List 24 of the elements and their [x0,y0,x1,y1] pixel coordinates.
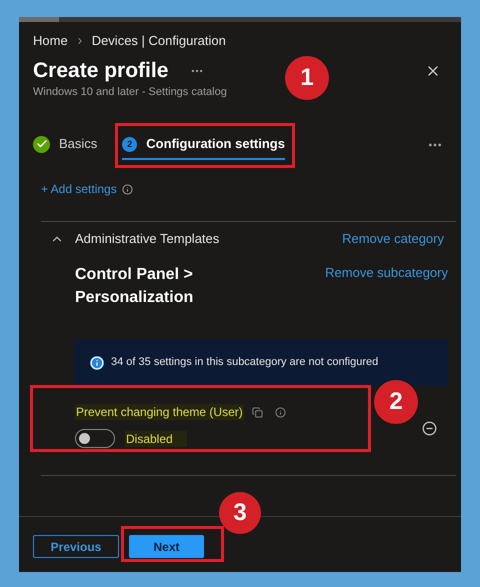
toggle-state: Disabled [125,430,187,446]
category-name: Administrative Templates [75,230,220,248]
breadcrumb-link[interactable]: Home [33,33,68,49]
info-message: 34 of 35 settings in this subcategory are not configured [111,355,378,370]
info-icon [122,184,133,194]
info-icon [274,406,286,418]
remove-subcategory-link[interactable]: Remove subcategory [325,263,448,282]
checkmark-icon [33,136,50,152]
remove-category-link[interactable]: Remove category [342,229,444,249]
setting-label: Prevent changing theme (User) [75,404,244,420]
wizard-tab[interactable]: Basics [33,130,98,160]
wizard-tab[interactable]: 2 Configuration settings [122,130,285,160]
subcategory-title: Control Panel > Personalization [75,265,194,308]
copy-icon[interactable] [252,406,263,418]
remove-icon[interactable] [422,420,437,436]
page-subtitle: Windows 10 and later - Settings catalog [33,85,228,99]
page-title: Create profile [33,58,168,84]
step-number: 2 [122,136,138,152]
info-icon [90,356,104,370]
previous-button[interactable]: Previous [33,535,119,558]
toggle-switch[interactable] [75,429,115,448]
breadcrumb-link[interactable]: Devices | Configuration [92,33,226,49]
next-button[interactable]: Next [129,535,204,558]
add-settings-link[interactable]: + Add settings [41,181,117,197]
